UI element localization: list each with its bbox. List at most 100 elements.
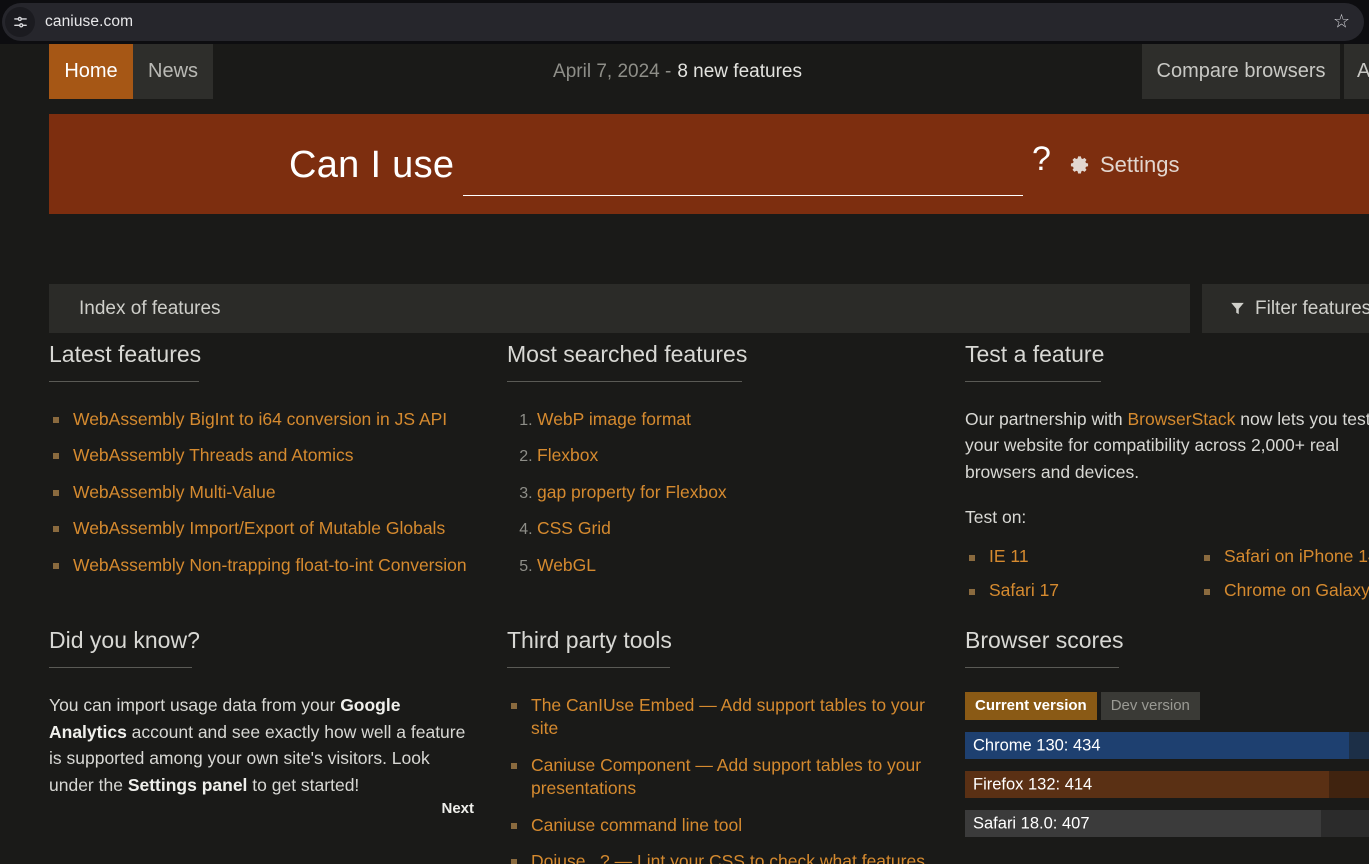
searched-feature-link[interactable]: WebGL [537,555,596,575]
list-item: WebAssembly Threads and Atomics [49,444,489,467]
list-item: WebGL [537,554,947,577]
section-divider [49,381,199,382]
latest-feature-link[interactable]: WebAssembly Import/Export of Mutable Glo… [73,518,445,538]
nav-tab-compare-label: Compare browsers [1156,60,1326,82]
funnel-icon [1230,301,1245,316]
gear-icon [1069,155,1090,176]
test-target-link[interactable]: Chrome on Galaxy S23 [1224,580,1369,600]
nav-tab-about-label: A [1357,60,1369,82]
settings-label: Settings [1100,152,1180,177]
browserstack-link[interactable]: BrowserStack [1127,409,1235,429]
site-header-banner: Can I use ? Settings [49,114,1369,214]
address-bar[interactable]: caniuse.com ☆ [2,3,1364,41]
list-item: Safari on iPhone 14 [1200,546,1369,567]
latest-feature-link[interactable]: WebAssembly Non-trapping float-to-int Co… [73,555,467,575]
settings-button[interactable]: Settings [1069,152,1180,178]
nav-tab-home-label: Home [64,60,118,82]
site-settings-icon[interactable] [5,7,35,37]
bookmark-star-icon[interactable]: ☆ [1333,13,1350,32]
searched-feature-link[interactable]: gap property for Flexbox [537,482,727,502]
searched-feature-link[interactable]: CSS Grid [537,518,611,538]
test-target-link[interactable]: Safari on iPhone 14 [1224,546,1369,566]
section-test-a-feature: Test a feature Our partnership with Brow… [965,341,1369,601]
score-bar-firefox[interactable]: Firefox 132: 414 [965,771,1369,798]
searched-feature-link[interactable]: Flexbox [537,445,598,465]
list-item: Chrome on Galaxy S23 [1200,580,1369,601]
list-item: gap property for Flexbox [537,481,947,504]
url-text: caniuse.com [45,13,134,30]
index-of-features-label: Index of features [79,297,221,319]
question-mark-icon[interactable]: ? [1032,142,1051,176]
test-targets-grid: IE 11 Safari on iPhone 14 Safari 17 Chro… [965,546,1369,601]
list-item: WebP image format [537,408,947,431]
search-input[interactable] [463,154,1023,196]
section-title: Latest features [49,341,202,367]
section-divider [965,381,1101,382]
page-content: Home News April 7, 2024 - 8 new features… [0,44,1369,864]
latest-features-list: WebAssembly BigInt to i64 conversion in … [49,408,489,577]
third-party-tools-list: The CanIUse Embed — Add support tables t… [507,694,957,864]
score-bar-chrome[interactable]: Chrome 130: 434 [965,732,1369,759]
list-item: WebAssembly BigInt to i64 conversion in … [49,408,489,431]
tool-link[interactable]: Doiuse...? — Lint your CSS to check what… [531,851,925,864]
test-target-link[interactable]: IE 11 [989,546,1029,566]
section-title: Third party tools [507,627,672,653]
score-label: Safari 18.0: 407 [973,814,1090,832]
nav-tab-home[interactable]: Home [49,44,133,99]
news-date: April 7, 2024 - [553,60,672,82]
dyk-bold-2: Settings panel [127,774,248,795]
section-divider [507,381,742,382]
tool-link[interactable]: Caniuse Component — Add support tables t… [531,755,921,798]
news-headline[interactable]: April 7, 2024 - 8 new features [213,44,1142,99]
section-title: Test a feature [965,341,1105,367]
score-bar-safari[interactable]: Safari 18.0: 407 [965,810,1369,837]
section-title: Did you know? [49,627,200,653]
section-third-party-tools: Third party tools The CanIUse Embed — Ad… [507,627,957,864]
test-on-label: Test on: [965,506,1027,527]
dyk-part-1: You can import usage data from your [49,695,341,715]
list-item: WebAssembly Multi-Value [49,481,489,504]
list-item: WebAssembly Import/Export of Mutable Glo… [49,517,489,540]
section-title: Most searched features [507,341,748,367]
test-target-link[interactable]: Safari 17 [989,580,1059,600]
score-version-toggle: Current version Dev version [965,692,1369,720]
desc-part-1: Our partnership with [965,409,1128,429]
filter-features-button[interactable]: Filter features [1202,284,1369,333]
list-item: IE 11 [965,546,1200,567]
news-feature-count: 8 new features [677,60,802,82]
site-logo-title: Can I use [289,144,455,186]
dyk-part-3: to get started! [247,774,360,795]
list-item: Flexbox [537,444,947,467]
nav-tab-news[interactable]: News [133,44,213,99]
latest-feature-link[interactable]: WebAssembly BigInt to i64 conversion in … [73,409,447,429]
toggle-current-version[interactable]: Current version [965,692,1097,720]
toggle-dev-version[interactable]: Dev version [1100,692,1200,720]
did-you-know-next-button[interactable]: Next [49,800,474,817]
section-title: Browser scores [965,627,1124,653]
list-item: WebAssembly Non-trapping float-to-int Co… [49,554,489,577]
did-you-know-text: You can import usage data from your Goog… [49,692,474,798]
filter-features-label: Filter features [1255,297,1369,319]
nav-tab-about[interactable]: A [1344,44,1369,99]
most-searched-list: WebP image format Flexbox gap property f… [507,408,947,577]
score-label: Firefox 132: 414 [973,775,1093,793]
section-browser-scores: Browser scores Current version Dev versi… [965,627,1369,864]
section-divider [507,667,670,668]
section-divider [49,667,192,668]
list-item: Doiuse...? — Lint your CSS to check what… [507,850,957,864]
latest-feature-link[interactable]: WebAssembly Threads and Atomics [73,445,353,465]
section-latest-features: Latest features WebAssembly BigInt to i6… [49,341,489,590]
nav-tab-news-label: News [148,60,199,82]
section-divider [965,667,1119,668]
list-item: Safari 17 [965,580,1200,601]
test-a-feature-description: Our partnership with BrowserStack now le… [965,406,1369,485]
tool-link[interactable]: The CanIUse Embed — Add support tables t… [531,695,925,738]
tool-link[interactable]: Caniuse command line tool [531,815,742,835]
browser-toolbar: caniuse.com ☆ [0,0,1369,44]
searched-feature-link[interactable]: WebP image format [537,409,691,429]
nav-tab-compare-browsers[interactable]: Compare browsers [1142,44,1340,99]
site-navigation: Home News April 7, 2024 - 8 new features… [0,44,1369,99]
index-of-features-button[interactable]: Index of features [49,284,1190,333]
list-item: Caniuse command line tool [507,814,957,837]
latest-feature-link[interactable]: WebAssembly Multi-Value [73,482,276,502]
